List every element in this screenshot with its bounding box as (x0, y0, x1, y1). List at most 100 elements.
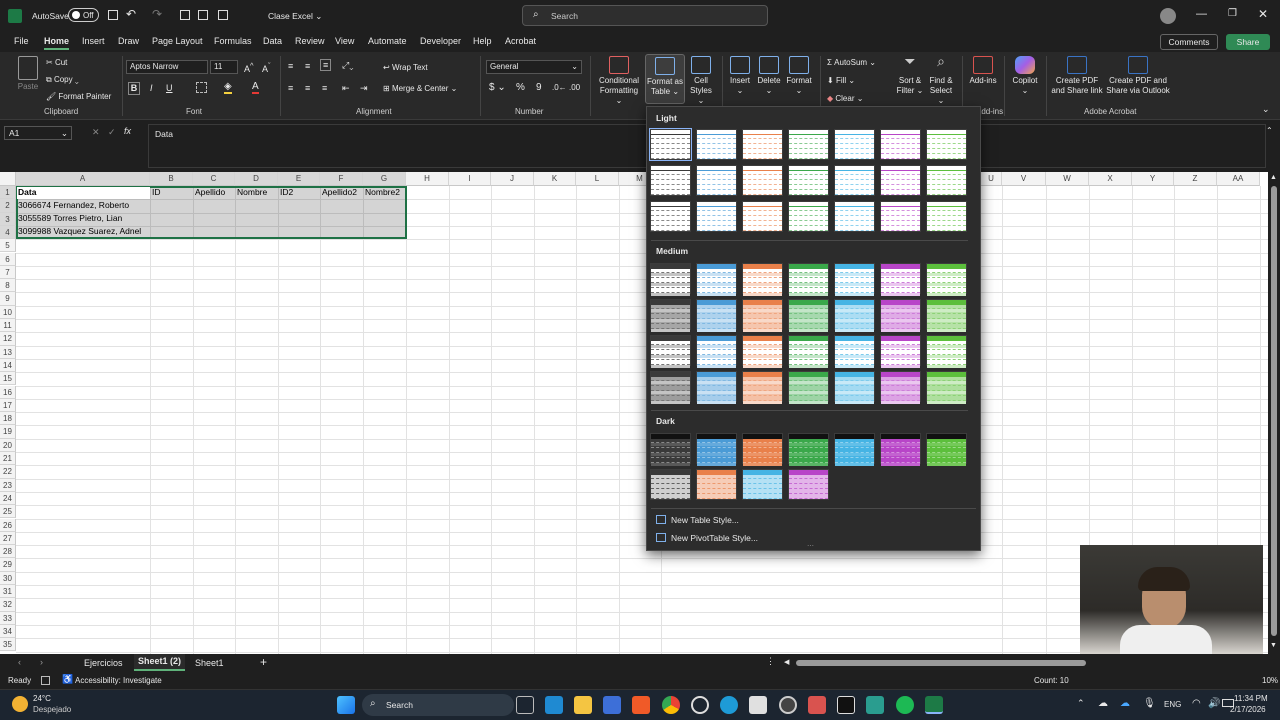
fill-color-icon[interactable]: ◈ (224, 81, 232, 94)
obs-icon[interactable] (779, 696, 797, 714)
table-style-swatch[interactable] (696, 129, 737, 160)
fill-button[interactable]: ⬇ Fill ⌄ (827, 76, 855, 86)
table-style-swatch[interactable] (926, 299, 967, 332)
row-header[interactable]: 4 (0, 225, 16, 240)
align-top-icon[interactable]: ≡ (288, 61, 293, 71)
brave-icon[interactable] (632, 696, 650, 714)
vscode-icon[interactable] (545, 696, 563, 714)
customize-icon[interactable] (218, 10, 228, 20)
row-header[interactable]: 23 (0, 478, 16, 492)
name-box[interactable]: A1 ⌄ (4, 126, 72, 140)
row-header[interactable]: 14 (0, 358, 16, 373)
bold-icon[interactable]: B (128, 82, 140, 95)
format-as-table-button[interactable]: Format as Table ⌄ (645, 54, 685, 104)
cell-D1[interactable]: Nombre (235, 186, 267, 199)
table-style-swatch[interactable] (650, 371, 691, 404)
column-header[interactable]: X (1089, 172, 1132, 186)
row-header[interactable]: 27 (0, 531, 16, 546)
clock-time[interactable]: 11:34 PM (1234, 694, 1268, 703)
merge-center-button[interactable]: ⊞ Merge & Center ⌄ (383, 84, 457, 94)
table-style-swatch[interactable] (880, 335, 921, 368)
row-header[interactable]: 32 (0, 598, 16, 612)
table-style-swatch[interactable] (696, 165, 737, 196)
column-header[interactable]: V (1002, 172, 1046, 186)
row-header[interactable]: 12 (0, 332, 16, 346)
close-icon[interactable]: ✕ (1258, 7, 1268, 21)
app-icon[interactable] (866, 696, 884, 714)
italic-icon[interactable]: I (150, 83, 153, 93)
language-indicator[interactable]: ENG (1164, 700, 1181, 709)
copilot-button[interactable]: Copilot ⌄ (1008, 56, 1042, 96)
addins-button[interactable]: Add-ins (966, 56, 1000, 86)
column-header[interactable]: D (235, 172, 278, 186)
underline-icon[interactable]: U (166, 83, 173, 93)
column-header[interactable]: E (278, 172, 320, 186)
row-header[interactable]: 20 (0, 438, 16, 452)
create-pdf-share-link-button[interactable]: Create PDF and Share link (1050, 56, 1104, 96)
decrease-decimal-icon[interactable]: .00 (569, 83, 580, 92)
scroll-down-icon[interactable]: ▼ (1270, 642, 1277, 649)
table-style-swatch[interactable] (696, 469, 737, 500)
table-style-swatch[interactable] (834, 263, 875, 296)
table-style-swatch[interactable] (880, 371, 921, 404)
volume-icon[interactable]: 🔊 (1208, 698, 1220, 709)
table-style-swatch[interactable] (742, 469, 783, 500)
align-left-icon[interactable]: ≡ (288, 83, 293, 93)
font-size-select[interactable]: 11 (210, 60, 238, 74)
function-icon[interactable]: fx (124, 126, 131, 136)
table-style-swatch[interactable] (742, 165, 783, 196)
table-style-swatch[interactable] (650, 201, 691, 232)
select-all-corner[interactable] (0, 172, 16, 186)
table-style-swatch[interactable] (926, 371, 967, 404)
row-header[interactable]: 10 (0, 305, 16, 319)
table-style-swatch[interactable] (788, 165, 829, 196)
column-header[interactable]: J (491, 172, 534, 186)
menu-automate[interactable]: Automate (368, 36, 407, 46)
comma-icon[interactable]: 9 (536, 82, 542, 93)
table-style-swatch[interactable] (834, 433, 875, 466)
cell-A1[interactable]: Data (16, 186, 36, 199)
table-style-swatch[interactable] (742, 433, 783, 466)
row-header[interactable]: 33 (0, 611, 16, 625)
capcut-icon[interactable] (837, 696, 855, 714)
table-style-swatch[interactable] (742, 335, 783, 368)
restore-icon[interactable]: ❐ (1228, 8, 1237, 19)
tab-split-handle[interactable]: ⋮ (766, 656, 775, 667)
orientation-icon[interactable]: ⤢⌄ (342, 60, 353, 71)
table-style-swatch[interactable] (696, 433, 737, 466)
cell-E1[interactable]: ID2 (278, 186, 293, 199)
table-style-swatch[interactable] (788, 201, 829, 232)
table-style-swatch[interactable] (742, 263, 783, 296)
table-style-swatch[interactable] (696, 263, 737, 296)
table-style-swatch[interactable] (880, 129, 921, 160)
doc-title[interactable]: Clase Excel ⌄ (268, 11, 322, 22)
column-header[interactable]: AA (1217, 172, 1260, 186)
sheet-tab-sheet1[interactable]: Sheet1 (195, 658, 224, 668)
account-avatar[interactable] (1160, 8, 1176, 24)
row-header[interactable]: 30 (0, 571, 16, 585)
conditional-formatting-button[interactable]: Conditional Formatting ⌄ (596, 56, 642, 106)
table-style-swatch[interactable] (650, 469, 691, 500)
zoom-level[interactable]: 10% (1262, 676, 1278, 685)
table-style-swatch[interactable] (880, 165, 921, 196)
row-header[interactable]: 31 (0, 585, 16, 599)
excel-taskbar-icon[interactable] (925, 696, 943, 714)
shrink-font-icon[interactable]: Aˇ (262, 61, 271, 74)
create-pdf-outlook-button[interactable]: Create PDF and Share via Outlook (1106, 56, 1170, 96)
table-style-swatch[interactable] (880, 263, 921, 296)
ribbon-collapse-icon[interactable]: ⌄ (1262, 104, 1270, 115)
cell-B1[interactable]: ID (150, 186, 161, 199)
column-header[interactable]: G (363, 172, 406, 186)
menu-draw[interactable]: Draw (118, 36, 139, 46)
table-style-swatch[interactable] (788, 129, 829, 160)
scroll-thumb[interactable] (1271, 186, 1277, 636)
table-style-swatch[interactable] (696, 371, 737, 404)
row-header[interactable]: 2 (0, 199, 16, 213)
github-icon[interactable] (691, 696, 709, 714)
edge-icon[interactable] (720, 696, 738, 714)
menu-view[interactable]: View (335, 36, 354, 46)
menu-acrobat[interactable]: Acrobat (505, 36, 536, 46)
table-style-swatch[interactable] (880, 433, 921, 466)
row-header[interactable]: 5 (0, 239, 16, 253)
row-header[interactable]: 15 (0, 372, 16, 386)
